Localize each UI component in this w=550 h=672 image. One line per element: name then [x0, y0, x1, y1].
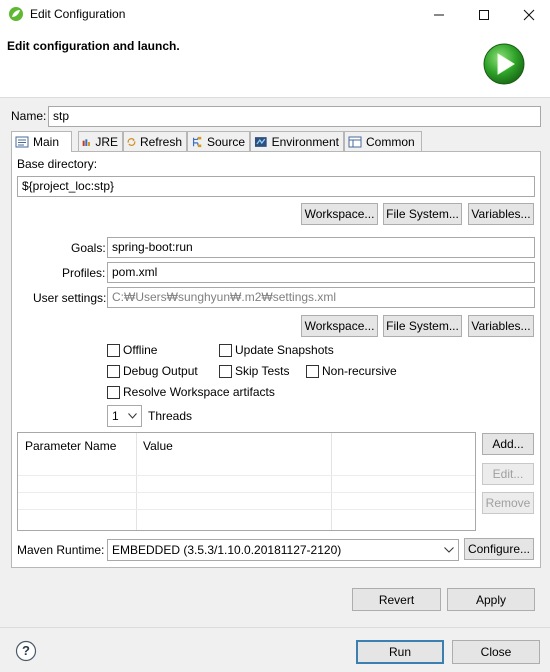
- run-button[interactable]: Run: [356, 640, 444, 664]
- profiles-field[interactable]: pom.xml: [107, 262, 535, 283]
- minimize-icon: [433, 14, 444, 16]
- tab-environment-label: Environment: [271, 134, 339, 149]
- base-directory-field[interactable]: ${project_loc:stp}: [17, 176, 535, 197]
- variables-button[interactable]: Variables...: [468, 203, 534, 225]
- tab-source-label: Source: [206, 134, 245, 149]
- tab-jre-label: JRE: [95, 134, 118, 149]
- user-settings-field[interactable]: C:₩Users₩sunghyun₩.m2₩settings.xml: [107, 287, 535, 308]
- environment-icon: [254, 136, 267, 147]
- resolve-workspace-label: Resolve Workspace artifacts: [123, 385, 275, 399]
- parameter-table[interactable]: Parameter Name Value: [17, 432, 476, 531]
- offline-check-box[interactable]: [107, 343, 120, 357]
- offline-label: Offline: [123, 343, 158, 357]
- maven-runtime-label: Maven Runtime:: [17, 543, 105, 557]
- close-icon: [523, 9, 534, 21]
- resolve-workspace-checkbox[interactable]: Resolve Workspace artifacts: [107, 385, 275, 399]
- maximize-button[interactable]: [461, 0, 506, 30]
- resolve-workspace-check-box[interactable]: [107, 385, 120, 399]
- main-tab-icon: [15, 136, 29, 148]
- base-directory-label: Base directory:: [17, 157, 98, 171]
- add-parameter-button[interactable]: Add...: [482, 433, 534, 455]
- column-header-value[interactable]: Value: [143, 439, 173, 453]
- table-row-divider: [18, 492, 475, 493]
- run-badge-icon: [483, 43, 525, 85]
- name-field[interactable]: stp: [48, 106, 541, 127]
- footer-separator: [0, 627, 550, 628]
- column-separator: [331, 433, 332, 530]
- window-title: Edit Configuration: [30, 7, 126, 21]
- skip-tests-checkbox[interactable]: Skip Tests: [219, 364, 289, 378]
- non-recursive-label: Non-recursive: [322, 364, 397, 378]
- header-description: Edit configuration and launch.: [7, 39, 180, 53]
- skip-tests-check-box[interactable]: [219, 364, 232, 378]
- update-snapshots-checkbox[interactable]: Update Snapshots: [219, 343, 334, 357]
- workspace-button-2[interactable]: Workspace...: [301, 315, 378, 337]
- tab-environment[interactable]: Environment: [250, 131, 344, 151]
- tab-strip: Main JRE Refresh Source Environment Comm…: [11, 131, 541, 152]
- debug-output-check-box[interactable]: [107, 364, 120, 378]
- apply-button[interactable]: Apply: [447, 588, 535, 611]
- threads-value: 1: [112, 409, 119, 423]
- file-system-button[interactable]: File System...: [383, 203, 462, 225]
- column-header-parameter-name[interactable]: Parameter Name: [25, 439, 116, 453]
- debug-output-label: Debug Output: [123, 364, 198, 378]
- column-separator: [136, 433, 137, 530]
- tab-refresh-label: Refresh: [139, 134, 182, 149]
- goals-label: Goals:: [71, 241, 106, 255]
- workspace-button[interactable]: Workspace...: [301, 203, 378, 225]
- close-window-button[interactable]: [506, 0, 550, 30]
- variables-button-2[interactable]: Variables...: [468, 315, 534, 337]
- close-button[interactable]: Close: [452, 640, 540, 664]
- tab-main[interactable]: Main: [11, 131, 72, 152]
- maven-runtime-value: EMBEDDED (3.5.3/1.10.0.20181127-2120): [112, 543, 342, 557]
- edit-parameter-button[interactable]: Edit...: [482, 463, 534, 485]
- tab-source[interactable]: Source: [187, 131, 250, 151]
- configure-button[interactable]: Configure...: [464, 538, 534, 560]
- tab-common-label: Common: [366, 134, 415, 149]
- source-icon: [192, 136, 202, 147]
- help-icon[interactable]: [15, 640, 37, 662]
- chevron-down-icon: [444, 547, 454, 553]
- goals-field[interactable]: spring-boot:run: [107, 237, 535, 258]
- jre-icon: [82, 138, 90, 146]
- tab-main-label: Main: [33, 135, 60, 149]
- update-snapshots-label: Update Snapshots: [235, 343, 334, 357]
- tab-jre[interactable]: JRE: [78, 131, 123, 151]
- name-label: Name:: [11, 109, 47, 123]
- remove-parameter-button[interactable]: Remove: [482, 492, 534, 514]
- minimize-button[interactable]: [416, 0, 461, 30]
- chevron-down-icon: [128, 413, 137, 419]
- debug-output-checkbox[interactable]: Debug Output: [107, 364, 198, 378]
- threads-label: Threads: [148, 409, 193, 423]
- file-system-button-2[interactable]: File System...: [383, 315, 462, 337]
- refresh-icon: [127, 137, 136, 146]
- revert-button[interactable]: Revert: [352, 588, 441, 611]
- maven-runtime-select[interactable]: EMBEDDED (3.5.3/1.10.0.20181127-2120): [107, 539, 459, 561]
- maximize-icon: [478, 10, 489, 20]
- tab-common[interactable]: Common: [344, 131, 422, 151]
- common-icon: [348, 136, 362, 147]
- threads-spinner[interactable]: 1: [107, 405, 142, 427]
- skip-tests-label: Skip Tests: [235, 364, 290, 378]
- spring-leaf-icon: [9, 7, 23, 21]
- offline-checkbox[interactable]: Offline: [107, 343, 157, 357]
- update-snapshots-check-box[interactable]: [219, 343, 232, 357]
- tab-refresh[interactable]: Refresh: [123, 131, 187, 151]
- table-row-divider: [18, 475, 475, 476]
- profiles-label: Profiles:: [62, 266, 106, 280]
- user-settings-label: User settings:: [33, 291, 107, 305]
- non-recursive-checkbox[interactable]: Non-recursive: [306, 364, 397, 378]
- table-row-divider: [18, 509, 475, 510]
- non-recursive-check-box[interactable]: [306, 364, 319, 378]
